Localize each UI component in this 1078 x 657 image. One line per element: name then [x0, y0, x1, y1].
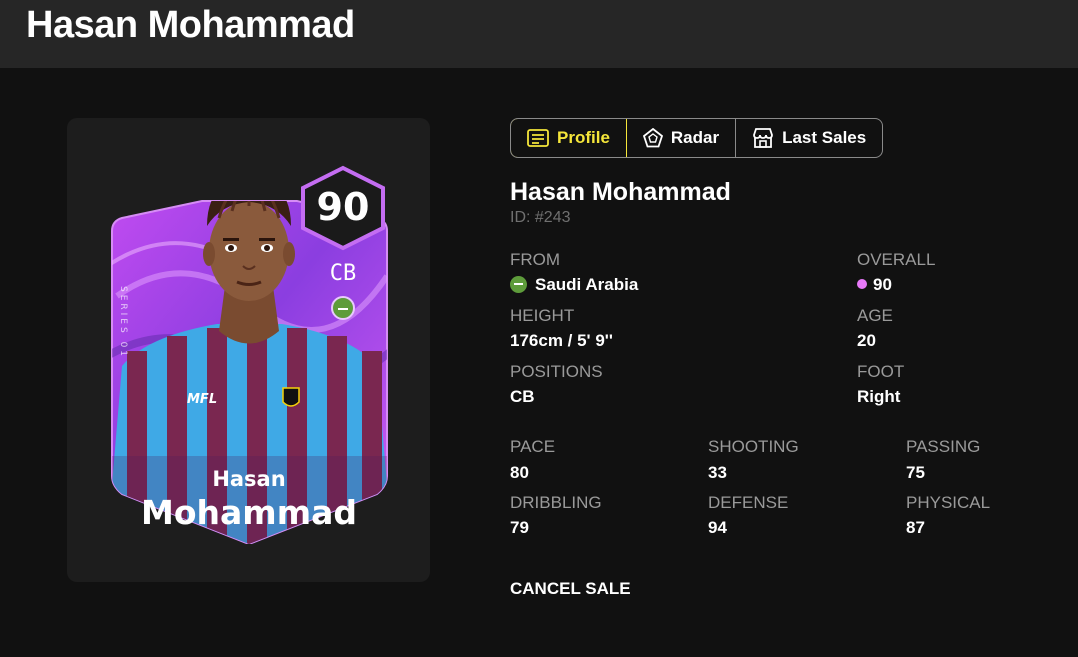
pentagon-radar-icon: [642, 128, 663, 148]
player-name: Hasan Mohammad: [510, 178, 731, 206]
positions-value: CB: [510, 387, 535, 406]
height-value: 176cm / 5' 9'': [510, 331, 613, 350]
stat-value-pace: 80: [510, 463, 529, 482]
age-label: AGE: [857, 306, 893, 325]
from-value: Saudi Arabia: [510, 275, 638, 295]
page-title: Hasan Mohammad: [26, 4, 355, 46]
tab-last-sales-label: Last Sales: [782, 128, 867, 147]
overall-label: OVERALL: [857, 250, 936, 269]
top-bar: Hasan Mohammad: [0, 0, 1078, 68]
overall-value-text: 90: [873, 275, 892, 294]
age-value: 20: [857, 331, 876, 350]
card-first-name: Hasan: [212, 467, 285, 491]
saudi-arabia-flag-icon: [510, 276, 527, 293]
stat-label-passing: PASSING: [906, 437, 981, 456]
foot-value: Right: [857, 387, 901, 406]
stat-value-shooting: 33: [708, 463, 727, 482]
card-rating: 90: [317, 185, 370, 229]
stat-label-defense: DEFENSE: [708, 493, 789, 512]
stat-label-shooting: SHOOTING: [708, 437, 799, 456]
card-position: CB: [330, 261, 357, 286]
tab-profile-label: Profile: [557, 128, 610, 147]
from-value-text: Saudi Arabia: [535, 275, 639, 294]
card-last-name: Mohammad: [141, 493, 357, 532]
player-id: ID: #243: [510, 209, 571, 226]
cancel-sale-button[interactable]: CANCEL SALE: [510, 579, 631, 599]
tab-profile[interactable]: Profile: [511, 119, 627, 157]
card-shirt-brand: MFL: [187, 392, 217, 407]
overall-value: 90: [857, 275, 892, 295]
positions-label: POSITIONS: [510, 362, 603, 381]
foot-label: FOOT: [857, 362, 905, 381]
overall-dot-icon: [857, 279, 867, 289]
tab-radar[interactable]: Radar: [627, 119, 737, 157]
tab-radar-label: Radar: [670, 128, 720, 147]
from-label: FROM: [510, 250, 561, 269]
stat-value-physical: 87: [906, 518, 925, 537]
height-label: HEIGHT: [510, 306, 575, 325]
stat-label-physical: PHYSICAL: [906, 493, 991, 512]
stat-label-pace: PACE: [510, 437, 556, 456]
storefront-icon: [753, 128, 773, 148]
card-series-text: SERIES 01: [118, 286, 128, 359]
detail-tabs: Profile Radar Last Sales: [510, 118, 884, 158]
stat-value-passing: 75: [906, 463, 925, 482]
stat-label-dribbling: DRIBBLING: [510, 493, 602, 512]
stat-value-defense: 94: [708, 518, 727, 537]
stat-value-dribbling: 79: [510, 518, 529, 537]
profile-list-icon: [527, 129, 549, 147]
player-card-image: 90 CB SERIES 01 MFL Hasan Mohammad: [111, 165, 388, 544]
tab-last-sales[interactable]: Last Sales: [736, 119, 882, 157]
player-card-panel: 90 CB SERIES 01 MFL Hasan Mohammad: [67, 118, 430, 582]
